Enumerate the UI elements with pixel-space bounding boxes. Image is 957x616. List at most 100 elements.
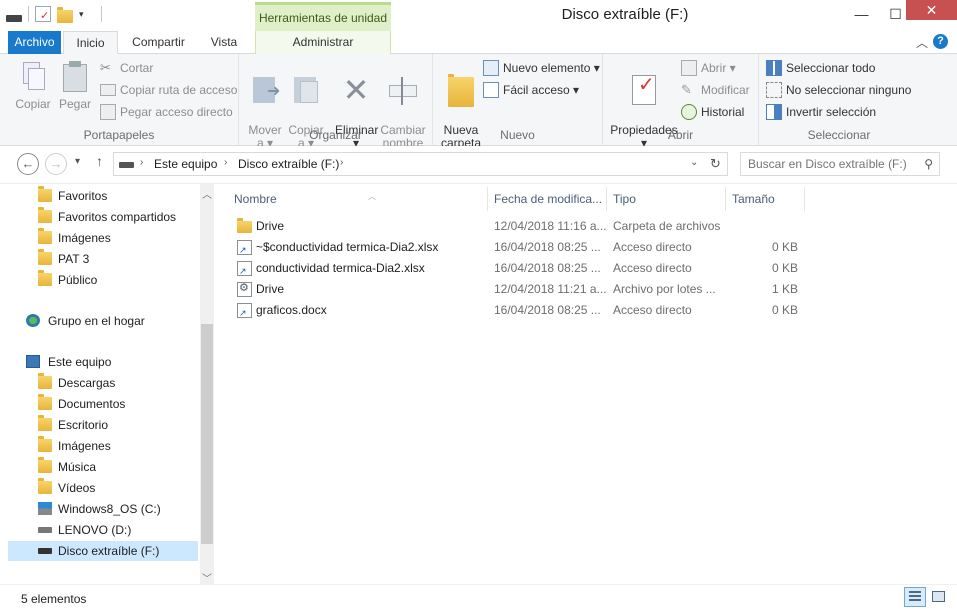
nav-item-pictures-fav[interactable]: Imágenes	[38, 228, 111, 248]
breadcrumb-chevron-icon[interactable]: ›	[140, 157, 143, 168]
customize-qat-icon[interactable]: ▾	[79, 6, 95, 22]
new-item-button[interactable]: Nuevo elemento ▾	[483, 58, 600, 78]
nav-item-label: Favoritos compartidos	[58, 210, 177, 224]
easy-access-icon	[483, 82, 499, 98]
address-bar[interactable]: › Este equipo › Disco extraíble (F:) › ⌄…	[113, 152, 728, 176]
group-label-clipboard: Portapapeles	[83, 128, 155, 142]
file-row[interactable]: ~$conductividad termica-Dia2.xlsx 16/04/…	[232, 237, 812, 258]
details-view-button[interactable]	[904, 587, 926, 607]
back-button[interactable]: ←	[17, 153, 39, 175]
up-arrow-icon[interactable]: ↑	[96, 153, 103, 169]
nav-item-videos[interactable]: Vídeos	[38, 478, 95, 498]
breadcrumb-chevron-icon[interactable]: ›	[224, 157, 227, 168]
column-header-type[interactable]: Tipo	[607, 187, 725, 211]
file-row[interactable]: conductividad termica-Dia2.xlsx 16/04/20…	[232, 258, 812, 279]
close-button[interactable]: ✕	[906, 0, 957, 20]
navigation-scrollbar[interactable]: ︿ ﹀	[200, 184, 214, 585]
column-header-name[interactable]: ︿ Nombre	[228, 187, 486, 211]
copy-button[interactable]: Copiar	[12, 58, 54, 111]
group-clipboard: Copiar Pegar ✂ Cortar Copiar ruta de acc…	[0, 54, 239, 146]
select-all-label: Seleccionar todo	[786, 61, 876, 75]
breadcrumb-chevron-icon[interactable]: ›	[340, 157, 343, 168]
scroll-up-icon[interactable]: ︿	[202, 186, 212, 201]
scroll-down-icon[interactable]: ﹀	[202, 570, 212, 585]
paste-shortcut-button[interactable]: Pegar acceso directo	[100, 102, 233, 122]
history-label: Historial	[701, 105, 745, 119]
recent-locations-icon[interactable]: ▾	[75, 156, 80, 167]
cut-button[interactable]: ✂ Cortar	[100, 58, 153, 78]
column-name-label: Nombre	[234, 192, 277, 206]
large-icons-view-button[interactable]	[928, 587, 950, 607]
tab-share[interactable]: Compartir	[125, 31, 192, 54]
file-type: Acceso directo	[613, 240, 692, 254]
edit-button[interactable]: ✎ Modificar	[681, 80, 750, 100]
file-name: Drive	[256, 282, 285, 296]
column-separator[interactable]	[804, 187, 805, 211]
tab-view[interactable]: Vista	[200, 31, 248, 54]
nav-item-drive-f[interactable]: Disco extraíble (F:)	[8, 541, 198, 561]
tab-file[interactable]: Archivo	[8, 31, 61, 54]
easy-access-label: Fácil acceso ▾	[503, 83, 580, 97]
music-folder-icon	[38, 457, 52, 473]
nav-item-pat3[interactable]: PAT 3	[38, 249, 89, 269]
new-folder-icon[interactable]	[57, 6, 73, 23]
ribbon: Copiar Pegar ✂ Cortar Copiar ruta de acc…	[0, 54, 957, 150]
collapse-ribbon-icon[interactable]: ︿	[916, 34, 928, 51]
nav-item-drive-c[interactable]: Windows8_OS (C:)	[38, 499, 161, 519]
drive-icon	[119, 162, 134, 168]
easy-access-button[interactable]: Fácil acceso ▾	[483, 80, 579, 100]
history-button[interactable]: Historial	[681, 102, 744, 122]
select-none-label: No seleccionar ninguno	[786, 83, 912, 97]
properties-icon[interactable]: ✓	[35, 6, 51, 22]
navigation-pane: Favoritos Favoritos compartidos Imágenes…	[0, 184, 214, 584]
nav-item-public[interactable]: Público	[38, 270, 97, 290]
nav-item-desktop[interactable]: Escritorio	[38, 415, 108, 435]
nav-item-music[interactable]: Música	[38, 457, 96, 477]
group-select: Seleccionar todo No seleccionar ninguno …	[759, 54, 919, 146]
breadcrumb-removable-disk[interactable]: Disco extraíble (F:)	[238, 157, 339, 171]
tab-home[interactable]: Inicio	[63, 31, 118, 55]
file-row[interactable]: graficos.docx 16/04/2018 08:25 ... Acces…	[232, 300, 812, 321]
large-icons-view-icon	[932, 591, 945, 602]
column-header-size[interactable]: Tamaño	[726, 187, 804, 211]
help-icon[interactable]: ?	[933, 34, 948, 49]
breadcrumb-this-pc[interactable]: Este equipo	[154, 157, 217, 171]
nav-item-drive-d[interactable]: LENOVO (D:)	[38, 520, 131, 540]
paste-shortcut-label: Pegar acceso directo	[120, 105, 233, 119]
select-all-icon	[766, 60, 782, 76]
nav-item-favorites[interactable]: Favoritos	[38, 186, 107, 206]
search-input[interactable]	[741, 153, 916, 175]
address-dropdown-icon[interactable]: ⌄	[690, 157, 698, 168]
copy-to-icon	[290, 73, 322, 107]
group-organize: ➜ Mover a ▾ Copiar a ▾ ✕ Eliminar ▾ Camb…	[239, 54, 433, 150]
nav-item-homegroup[interactable]: Grupo en el hogar	[26, 311, 145, 331]
file-size: 0 KB	[771, 303, 798, 317]
nav-item-label: LENOVO (D:)	[58, 523, 132, 537]
file-date: 12/04/2018 11:16 a...	[494, 219, 606, 233]
column-header-date[interactable]: Fecha de modifica...	[488, 187, 606, 211]
select-none-button[interactable]: No seleccionar ninguno	[766, 80, 911, 100]
folder-icon	[448, 74, 474, 107]
details-view-icon	[909, 591, 921, 603]
nav-item-this-pc[interactable]: Este equipo	[26, 352, 111, 372]
forward-button[interactable]: →	[45, 153, 67, 175]
refresh-icon[interactable]: ↻	[710, 156, 721, 172]
file-row[interactable]: Drive 12/04/2018 11:16 a... Carpeta de a…	[232, 216, 812, 237]
history-icon	[681, 104, 697, 120]
sort-ascending-icon: ︿	[368, 192, 376, 201]
tab-manage[interactable]: Administrar	[255, 31, 391, 54]
open-button[interactable]: Abrir ▾	[681, 58, 736, 78]
paste-button[interactable]: Pegar	[56, 58, 94, 111]
search-box[interactable]: ⚲	[740, 152, 940, 176]
select-all-button[interactable]: Seleccionar todo	[766, 58, 875, 78]
scrollbar-thumb[interactable]	[201, 324, 213, 544]
file-name: Drive	[256, 219, 285, 233]
invert-selection-button[interactable]: Invertir selección	[766, 102, 876, 122]
nav-item-shared-favorites[interactable]: Favoritos compartidos	[38, 207, 176, 227]
nav-item-downloads[interactable]: Descargas	[38, 373, 115, 393]
file-row[interactable]: Drive 12/04/2018 11:21 a... Archivo por …	[232, 279, 812, 300]
nav-item-documents[interactable]: Documentos	[38, 394, 125, 414]
move-to-icon: ➜	[249, 73, 281, 107]
nav-item-pictures[interactable]: Imágenes	[38, 436, 111, 456]
copy-path-button[interactable]: Copiar ruta de acceso	[100, 80, 237, 100]
